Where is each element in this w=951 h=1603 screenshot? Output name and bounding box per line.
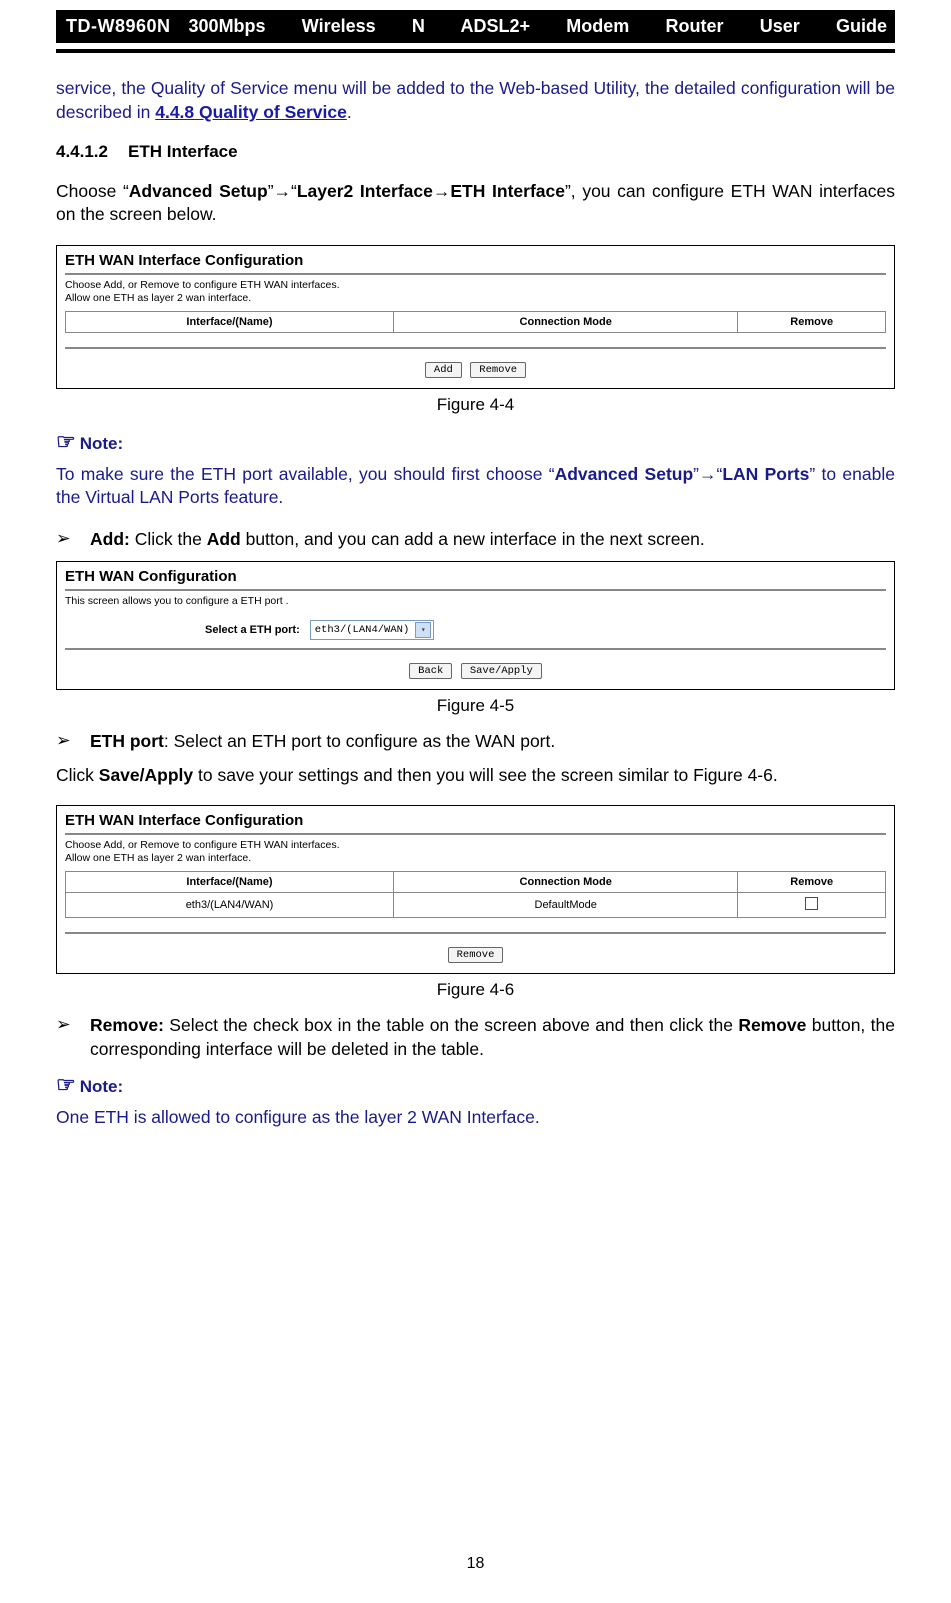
section-heading: 4.4.1.2ETH Interface: [56, 142, 895, 162]
bullet-eth-text: : Select an ETH port to configure as the…: [164, 731, 555, 751]
bullet-marker: ➢: [56, 1014, 90, 1061]
nav-layer2: Layer2 Interface→ETH Interface: [297, 181, 565, 201]
fig44-caption: Figure 4-4: [56, 395, 895, 415]
note1-lan: LAN Ports: [722, 464, 809, 484]
qos-link[interactable]: 4.4.8 Quality of Service: [155, 102, 347, 122]
save-apply-line: Click Save/Apply to save your settings a…: [56, 764, 895, 788]
eth-port-value: eth3/(LAN4/WAN): [315, 624, 410, 636]
header-rule: [56, 49, 895, 53]
back-button[interactable]: Back: [409, 663, 452, 679]
bullet-eth-label: ETH port: [90, 731, 164, 751]
fig45-caption: Figure 4-5: [56, 696, 895, 716]
model-badge: TD-W8960N: [56, 10, 181, 43]
bullet-add-t1: Click the: [130, 529, 207, 549]
fig46-help2: Allow one ETH as layer 2 wan interface.: [65, 852, 886, 865]
pointing-hand-icon: ☞: [56, 1072, 76, 1097]
fig45-rule-bottom: [65, 648, 886, 650]
fig44-col-remove: Remove: [738, 311, 886, 332]
note-2-body: One ETH is allowed to configure as the l…: [56, 1106, 895, 1130]
bullet-remove: ➢ Remove: Select the check box in the ta…: [56, 1014, 895, 1061]
note1-arrow: ”→“: [693, 464, 722, 484]
fig46-title: ETH WAN Interface Configuration: [65, 812, 886, 829]
select-eth-port-label: Select a ETH port:: [205, 624, 300, 636]
bullet-marker: ➢: [56, 730, 90, 754]
remove-button[interactable]: Remove: [448, 947, 504, 963]
note1-pre: To make sure the ETH port available, you…: [56, 464, 555, 484]
figure-4-6: ETH WAN Interface Configuration Choose A…: [56, 805, 895, 974]
page: TD-W8960N 300Mbps Wireless N ADSL2+ Mode…: [0, 0, 951, 1603]
figure-4-5: ETH WAN Configuration This screen allows…: [56, 561, 895, 690]
note1-adv: Advanced Setup: [555, 464, 694, 484]
fig44-col-mode: Connection Mode: [394, 311, 738, 332]
nav-paragraph: Choose “Advanced Setup”→“Layer2 Interfac…: [56, 180, 895, 227]
fig46-caption: Figure 4-6: [56, 980, 895, 1000]
fig44-help2: Allow one ETH as layer 2 wan interface.: [65, 292, 886, 305]
chevron-down-icon: ▾: [415, 622, 431, 638]
save-bold: Save/Apply: [99, 765, 193, 785]
bullet-add-body: Add: Click the Add button, and you can a…: [90, 528, 895, 552]
nav-arrow1: ”→“: [268, 181, 297, 201]
row-mode: DefaultMode: [394, 893, 738, 918]
note-2-label: ☞Note:: [56, 1072, 895, 1098]
save-post: to save your settings and then you will …: [193, 765, 778, 785]
content-area: service, the Quality of Service menu wil…: [56, 77, 895, 1129]
fig44-title: ETH WAN Interface Configuration: [65, 252, 886, 269]
page-number: 18: [0, 1555, 951, 1573]
fig46-button-row: Remove: [65, 944, 886, 963]
remove-button[interactable]: Remove: [470, 362, 526, 378]
bullet-add-bold: Add: [207, 529, 241, 549]
bullet-marker: ➢: [56, 528, 90, 552]
row-interface: eth3/(LAN4/WAN): [66, 893, 394, 918]
bullet-add-label: Add:: [90, 529, 130, 549]
nav-choose: Choose “: [56, 181, 129, 201]
fig44-help1: Choose Add, or Remove to configure ETH W…: [65, 279, 886, 292]
fig46-rule-top: [65, 833, 886, 835]
intro-paragraph: service, the Quality of Service menu wil…: [56, 77, 895, 124]
bullet-eth-body: ETH port: Select an ETH port to configur…: [90, 730, 895, 754]
fig44-rule-top: [65, 273, 886, 275]
bullet-add: ➢ Add: Click the Add button, and you can…: [56, 528, 895, 552]
fig45-help: This screen allows you to configure a ET…: [65, 595, 886, 608]
intro-after: .: [347, 102, 352, 122]
table-row: eth3/(LAN4/WAN) DefaultMode: [66, 893, 886, 918]
note-1-label: ☞Note:: [56, 429, 895, 455]
section-title: ETH Interface: [128, 142, 238, 161]
fig44-rule-bottom: [65, 347, 886, 349]
fig46-col-remove: Remove: [738, 872, 886, 893]
fig45-button-row: Back Save/Apply: [65, 660, 886, 679]
bullet-ethport: ➢ ETH port: Select an ETH port to config…: [56, 730, 895, 754]
bullet-add-t2: button, and you can add a new interface …: [241, 529, 705, 549]
bullet-remove-label: Remove:: [90, 1015, 164, 1035]
note-1-text-label: Note:: [80, 434, 123, 453]
fig44-col-interface: Interface/(Name): [66, 311, 394, 332]
fig45-rule-top: [65, 589, 886, 591]
add-button[interactable]: Add: [425, 362, 462, 378]
fig45-title: ETH WAN Configuration: [65, 568, 886, 585]
note-2-text-label: Note:: [80, 1077, 123, 1096]
row-remove-cell: [738, 893, 886, 918]
pointing-hand-icon: ☞: [56, 429, 76, 454]
fig46-col-interface: Interface/(Name): [66, 872, 394, 893]
bullet-remove-bold: Remove: [738, 1015, 806, 1035]
section-number: 4.4.1.2: [56, 142, 128, 162]
fig46-col-mode: Connection Mode: [394, 872, 738, 893]
fig46-help1: Choose Add, or Remove to configure ETH W…: [65, 839, 886, 852]
doc-header: TD-W8960N 300Mbps Wireless N ADSL2+ Mode…: [56, 10, 895, 43]
bullet-remove-t1: Select the check box in the table on the…: [164, 1015, 738, 1035]
doc-title: 300Mbps Wireless N ADSL2+ Modem Router U…: [181, 10, 895, 43]
eth-port-select[interactable]: eth3/(LAN4/WAN) ▾: [310, 620, 435, 640]
fig44-button-row: Add Remove: [65, 359, 886, 378]
note-1-body: To make sure the ETH port available, you…: [56, 463, 895, 510]
fig45-form-row: Select a ETH port: eth3/(LAN4/WAN) ▾: [205, 620, 886, 640]
nav-advanced: Advanced Setup: [129, 181, 268, 201]
save-pre: Click: [56, 765, 99, 785]
remove-checkbox[interactable]: [805, 897, 818, 910]
bullet-remove-body: Remove: Select the check box in the tabl…: [90, 1014, 895, 1061]
figure-4-4: ETH WAN Interface Configuration Choose A…: [56, 245, 895, 389]
fig46-rule-bottom: [65, 932, 886, 934]
fig46-table: Interface/(Name) Connection Mode Remove …: [65, 871, 886, 918]
fig44-table: Interface/(Name) Connection Mode Remove: [65, 311, 886, 333]
save-apply-button[interactable]: Save/Apply: [461, 663, 542, 679]
